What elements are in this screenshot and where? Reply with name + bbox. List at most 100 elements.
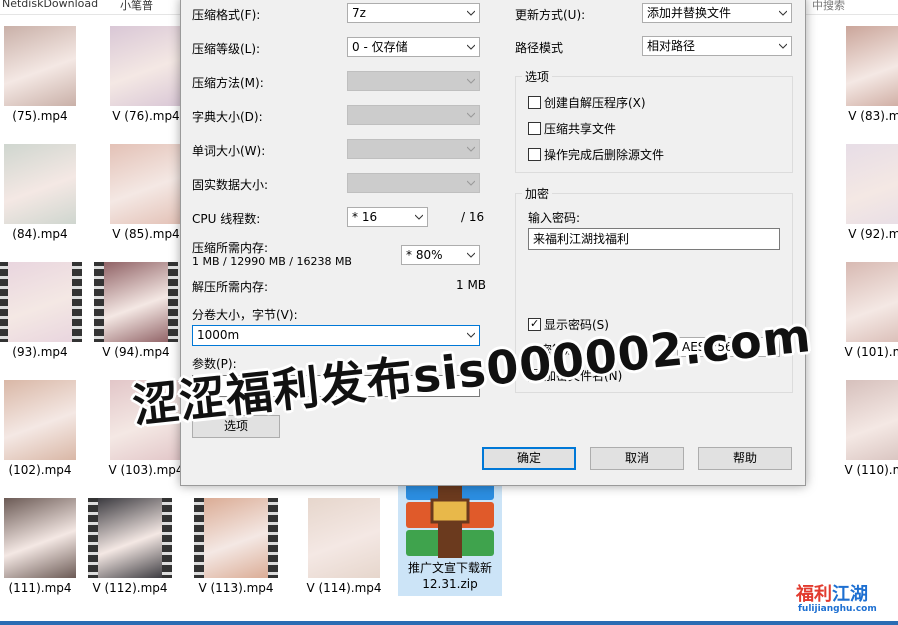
update-select[interactable]: 添加并替换文件 [642, 3, 792, 23]
file-name: V (114).mp4 [306, 581, 382, 595]
video-thumbnail [308, 498, 380, 578]
split-label: 分卷大小，字节(V): [192, 308, 298, 322]
format-value: 7z [352, 6, 366, 20]
archive-icon [406, 478, 494, 558]
chevron-down-icon [467, 77, 475, 85]
file-name: V (101).mp4 [844, 345, 898, 359]
chevron-down-icon [779, 9, 787, 17]
threads-select[interactable]: * 16 [347, 207, 428, 227]
checkbox-icon [528, 148, 541, 161]
file-name: 推广文宣下载新 12.31.zip [407, 561, 492, 591]
dict-label: 字典大小(D): [192, 110, 263, 124]
shared-checkbox[interactable]: 压缩共享文件 [528, 120, 616, 137]
mem-compress-label: 压缩所需内存: [192, 241, 269, 255]
site-logo: 福利江湖 fulijianghu.com [796, 580, 896, 620]
password-input[interactable]: 来福利江湖找福利 [528, 228, 780, 250]
file-tile[interactable]: V (110).mp4 [830, 374, 898, 490]
file-name: V (113).mp4 [198, 581, 274, 595]
chevron-down-icon [779, 42, 787, 50]
video-thumbnail [4, 26, 76, 106]
sfx-checkbox[interactable]: 创建自解压程序(X) [528, 94, 646, 111]
chevron-down-icon [467, 251, 475, 259]
video-thumbnail [194, 498, 278, 578]
shared-label: 压缩共享文件 [544, 122, 617, 136]
search-input[interactable]: 中搜索 [812, 0, 898, 13]
video-thumbnail [94, 262, 178, 342]
path-value: 相对路径 [647, 39, 696, 53]
file-tile[interactable]: V (112).mp4 [78, 492, 182, 608]
file-tile[interactable]: V (83).mp4 [830, 20, 898, 136]
file-tile[interactable]: (102).mp4 [0, 374, 92, 490]
taskbar-edge [0, 621, 898, 625]
method-label: 压缩方法(M): [192, 76, 264, 90]
level-label: 压缩等级(L): [192, 42, 261, 56]
chevron-down-icon [467, 9, 475, 17]
file-tile[interactable]: V (114).mp4 [292, 492, 396, 608]
file-tile[interactable]: V (101).mp4 [830, 256, 898, 372]
chevron-down-icon [467, 111, 475, 119]
file-name: (102).mp4 [8, 463, 72, 477]
file-tile[interactable]: V (94).mp4 [84, 256, 188, 372]
video-thumbnail [846, 380, 898, 460]
ok-button[interactable]: 确定 [482, 447, 576, 470]
chevron-down-icon [467, 179, 475, 187]
mem-compress-value: 1 MB / 12990 MB / 16238 MB [192, 255, 352, 268]
help-button[interactable]: 帮助 [698, 447, 792, 470]
path-select[interactable]: 相对路径 [642, 36, 792, 56]
file-name: V (112).mp4 [92, 581, 168, 595]
file-name: V (94).mp4 [102, 345, 170, 359]
breadcrumb-folder[interactable]: 小笔普 [120, 0, 153, 13]
file-tile[interactable]: (93).mp4 [0, 256, 92, 372]
file-tile[interactable]: V (92).mp4 [830, 138, 898, 254]
video-thumbnail [846, 26, 898, 106]
zip-file-tile[interactable]: 推广文宣下载新 12.31.zip [398, 476, 502, 596]
update-label: 更新方式(U): [515, 8, 586, 22]
split-value: 1000m [197, 328, 240, 342]
video-thumbnail [4, 144, 76, 224]
file-tile[interactable]: (75).mp4 [0, 20, 92, 136]
method-select[interactable] [347, 71, 480, 91]
video-thumbnail [846, 144, 898, 224]
encryption-group-title: 加密 [522, 185, 553, 202]
video-thumbnail [0, 262, 82, 342]
video-thumbnail [110, 26, 182, 106]
video-thumbnail [846, 262, 898, 342]
delete-label: 操作完成后删除源文件 [544, 148, 665, 162]
threads-value: * 16 [352, 210, 378, 224]
level-select[interactable]: 0 - 仅存储 [347, 37, 480, 57]
chevron-down-icon [467, 145, 475, 153]
file-name: (75).mp4 [12, 109, 68, 123]
word-select[interactable] [347, 139, 480, 159]
mem-decompress-label: 解压所需内存: [192, 280, 269, 294]
file-name: V (92).mp4 [848, 227, 898, 241]
file-tile[interactable]: V (113).mp4 [184, 492, 288, 608]
file-name: V (110).mp4 [844, 463, 898, 477]
video-thumbnail [88, 498, 172, 578]
video-thumbnail [4, 380, 76, 460]
breadcrumb-netdiskdownload[interactable]: NetdiskDownload [2, 0, 98, 10]
mem-percent-select[interactable]: * 80% [401, 245, 480, 265]
update-value: 添加并替换文件 [647, 6, 732, 20]
checkbox-icon [528, 122, 541, 135]
mem-decompress-value: 1 MB [456, 278, 487, 292]
video-thumbnail [4, 498, 76, 578]
cancel-button[interactable]: 取消 [590, 447, 684, 470]
logo-domain: fulijianghu.com [798, 604, 877, 614]
level-value: 0 - 仅存储 [352, 40, 408, 54]
format-select[interactable]: 7z [347, 3, 480, 23]
path-label: 路径模式 [515, 41, 564, 55]
sfx-label: 创建自解压程序(X) [544, 96, 646, 110]
logo-text-a: 福利 [796, 584, 832, 605]
dict-select[interactable] [347, 105, 480, 125]
file-name: (84).mp4 [12, 227, 68, 241]
solid-select[interactable] [347, 173, 480, 193]
word-label: 单词大小(W): [192, 144, 266, 158]
logo-text-b: 江湖 [832, 584, 868, 605]
delete-checkbox[interactable]: 操作完成后删除源文件 [528, 146, 664, 163]
chevron-down-icon [467, 43, 475, 51]
file-tile[interactable]: (84).mp4 [0, 138, 92, 254]
chevron-down-icon [415, 213, 423, 221]
checkbox-icon [528, 96, 541, 109]
threads-total: / 16 [461, 210, 485, 224]
solid-label: 固实数据大小: [192, 178, 269, 192]
